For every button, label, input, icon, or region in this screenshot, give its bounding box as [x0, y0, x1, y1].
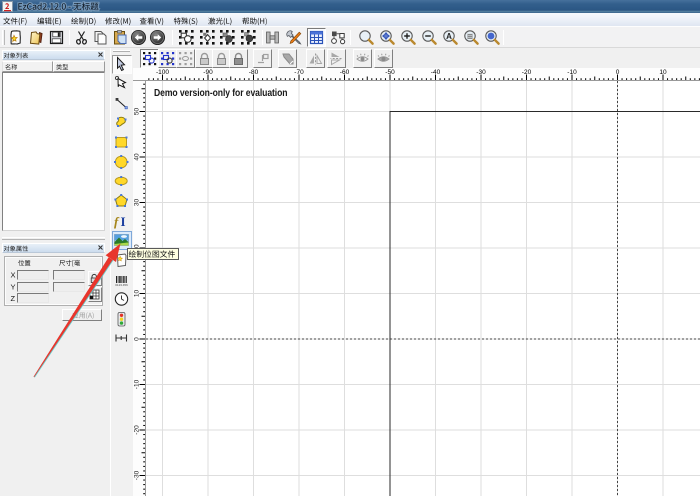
- svg-text:Z: Z: [11, 294, 16, 303]
- svg-text:Y: Y: [11, 283, 16, 292]
- svg-text:X: X: [11, 271, 16, 280]
